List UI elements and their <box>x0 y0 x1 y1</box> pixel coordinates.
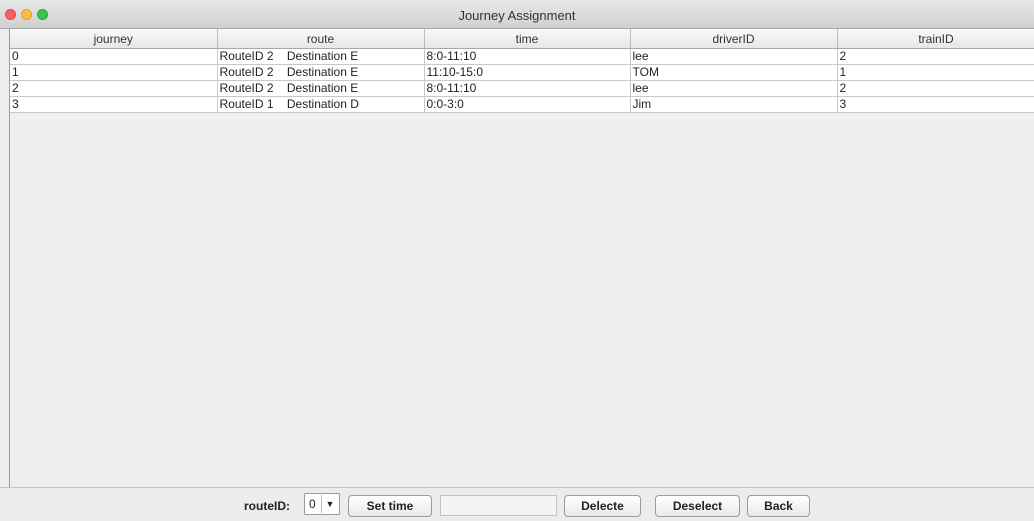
table-row[interactable]: 3 RouteID 1 Destination D 0:0-3:0 Jim 3 <box>10 96 1034 113</box>
chevron-down-icon[interactable]: ▼ <box>321 495 338 513</box>
cell-driver-id[interactable]: lee <box>630 80 838 97</box>
cell-route[interactable]: RouteID 2 Destination E <box>217 64 425 81</box>
title-bar: Journey Assignment <box>0 0 1034 29</box>
cell-time[interactable]: 0:0-3:0 <box>424 96 631 113</box>
column-header-train-id[interactable]: trainID <box>837 29 1034 49</box>
table-row[interactable]: 2 RouteID 2 Destination E 8:0-11:10 lee … <box>10 80 1034 97</box>
column-header-driver-id[interactable]: driverID <box>630 29 838 49</box>
set-time-button[interactable]: Set time <box>348 495 432 517</box>
journey-table: journey route time driverID trainID 0 Ro… <box>10 29 1034 113</box>
delete-button[interactable]: Delecte <box>564 495 641 517</box>
route-id-label: routeID: <box>244 499 290 513</box>
cell-route[interactable]: RouteID 1 Destination D <box>217 96 425 113</box>
journey-table-panel: journey route time driverID trainID 0 Ro… <box>9 29 1034 487</box>
bottom-toolbar: routeID: 0 ▼ Set time Delecte Deselect B… <box>0 487 1034 521</box>
cell-journey[interactable]: 0 <box>10 48 218 65</box>
table-row[interactable]: 1 RouteID 2 Destination E 11:10-15:0 TOM… <box>10 64 1034 81</box>
cell-driver-id[interactable]: Jim <box>630 96 838 113</box>
cell-time[interactable]: 11:10-15:0 <box>424 64 631 81</box>
cell-train-id[interactable]: 2 <box>837 48 1034 65</box>
time-field[interactable] <box>440 495 557 516</box>
window-title: Journey Assignment <box>458 8 576 23</box>
cell-route[interactable]: RouteID 2 Destination E <box>217 80 425 97</box>
cell-journey[interactable]: 2 <box>10 80 218 97</box>
column-header-time[interactable]: time <box>424 29 631 49</box>
cell-driver-id[interactable]: lee <box>630 48 838 65</box>
cell-train-id[interactable]: 2 <box>837 80 1034 97</box>
cell-time[interactable]: 8:0-11:10 <box>424 48 631 65</box>
route-id-value: 0 <box>309 497 316 511</box>
cell-time[interactable]: 8:0-11:10 <box>424 80 631 97</box>
route-id-select[interactable]: 0 ▼ <box>304 493 340 515</box>
cell-journey[interactable]: 1 <box>10 64 218 81</box>
deselect-button[interactable]: Deselect <box>655 495 740 517</box>
cell-train-id[interactable]: 1 <box>837 64 1034 81</box>
table-header-row: journey route time driverID trainID <box>10 29 1034 49</box>
cell-train-id[interactable]: 3 <box>837 96 1034 113</box>
back-button[interactable]: Back <box>747 495 810 517</box>
cell-journey[interactable]: 3 <box>10 96 218 113</box>
column-header-journey[interactable]: journey <box>10 29 218 49</box>
cell-route[interactable]: RouteID 2 Destination E <box>217 48 425 65</box>
cell-driver-id[interactable]: TOM <box>630 64 838 81</box>
column-header-route[interactable]: route <box>217 29 425 49</box>
table-row[interactable]: 0 RouteID 2 Destination E 8:0-11:10 lee … <box>10 48 1034 65</box>
